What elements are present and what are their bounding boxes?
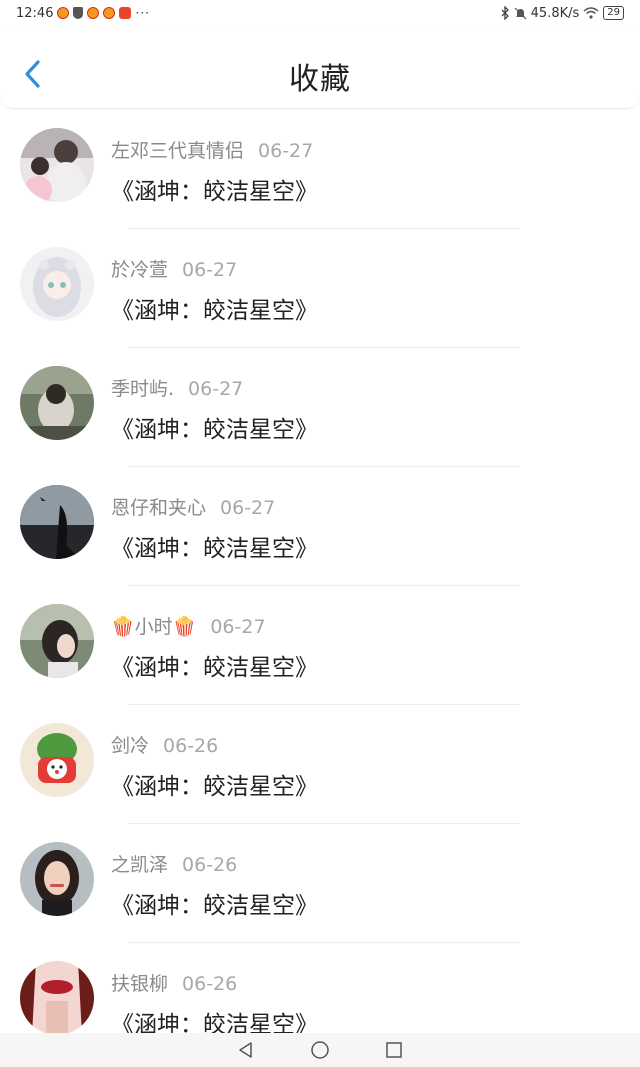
collected-title: 《涵坤：皎洁星空》 [111,774,318,800]
page-title: 收藏 [289,62,351,97]
avatar[interactable] [20,961,94,1035]
collected-title: 《涵坤：皎洁星空》 [111,655,318,681]
collected-title: 《涵坤：皎洁星空》 [111,417,318,443]
list-item[interactable]: 季时屿. 06-27 《涵坤：皎洁星空》 [0,348,640,467]
square-recent-icon [386,1042,402,1058]
bluetooth-icon [501,6,509,20]
avatar[interactable] [20,128,94,202]
item-meta: 剑冷 06-26 [111,731,218,758]
item-date: 06-26 [182,854,238,876]
shield-icon [73,7,84,19]
item-meta: 🍿小时🍿 06-27 [111,612,266,639]
circle-home-icon [311,1041,329,1059]
list-item[interactable]: 之凯泽 06-26 《涵坤：皎洁星空》 [0,824,640,943]
avatar[interactable] [20,842,94,916]
user-name: 之凯泽 [111,854,169,876]
collected-title: 《涵坤：皎洁星空》 [111,536,318,562]
avatar[interactable] [20,723,94,797]
status-bar: 12:46 ··· 45.8K/s 29 [0,0,640,26]
item-date: 06-26 [182,973,238,995]
header: 收藏 [0,26,640,109]
nav-recent-button[interactable] [383,1039,405,1061]
list-item[interactable]: 於冷萱 06-27 《涵坤：皎洁星空》 [0,229,640,348]
item-meta: 季时屿. 06-27 [111,374,243,401]
collected-title: 《涵坤：皎洁星空》 [111,179,318,205]
item-date: 06-27 [182,259,238,281]
triangle-back-icon [239,1042,252,1058]
mute-bell-icon [514,7,527,19]
user-name: 剑冷 [111,735,150,757]
app-notification-icon [119,7,132,19]
favorites-list: 左邓三代真情侣 06-27 《涵坤：皎洁星空》 於冷萱 06-27 《涵坤：皎洁星空… [0,110,640,1062]
battery-indicator: 29 [603,6,624,20]
item-date: 06-26 [163,735,219,757]
item-date: 06-27 [210,616,266,638]
avatar[interactable] [20,366,94,440]
item-meta: 之凯泽 06-26 [111,850,237,877]
list-item[interactable]: 剑冷 06-26 《涵坤：皎洁星空》 [0,705,640,824]
collected-title: 《涵坤：皎洁星空》 [111,298,318,324]
item-meta: 恩仔和夹心 06-27 [111,493,275,520]
collected-title: 《涵坤：皎洁星空》 [111,893,318,919]
list-item[interactable]: 🍿小时🍿 06-27 《涵坤：皎洁星空》 [0,586,640,705]
nav-home-button[interactable] [309,1039,331,1061]
clock: 12:46 [16,5,54,21]
item-date: 06-27 [220,497,276,519]
item-meta: 左邓三代真情侣 06-27 [111,136,313,163]
weibo-icon [87,7,100,19]
user-name: 🍿小时🍿 [111,616,197,638]
avatar[interactable] [20,485,94,559]
list-item[interactable]: 恩仔和夹心 06-27 《涵坤：皎洁星空》 [0,467,640,586]
user-name: 恩仔和夹心 [111,497,207,519]
system-nav-bar [0,1033,640,1067]
user-name: 左邓三代真情侣 [111,140,245,162]
user-name: 季时屿. [111,378,175,400]
nav-back-button[interactable] [235,1039,257,1061]
weibo-icon [57,7,70,19]
more-notifications-icon: ··· [135,6,150,20]
avatar[interactable] [20,604,94,678]
wifi-icon [583,7,599,19]
item-meta: 扶银柳 06-26 [111,969,237,996]
item-date: 06-27 [258,140,314,162]
weibo-icon [103,7,116,19]
item-date: 06-27 [188,378,244,400]
network-speed: 45.8K/s [530,5,580,21]
user-name: 扶银柳 [111,973,169,995]
list-item[interactable]: 左邓三代真情侣 06-27 《涵坤：皎洁星空》 [0,110,640,229]
user-name: 於冷萱 [111,259,169,281]
avatar[interactable] [20,247,94,321]
item-meta: 於冷萱 06-27 [111,255,237,282]
